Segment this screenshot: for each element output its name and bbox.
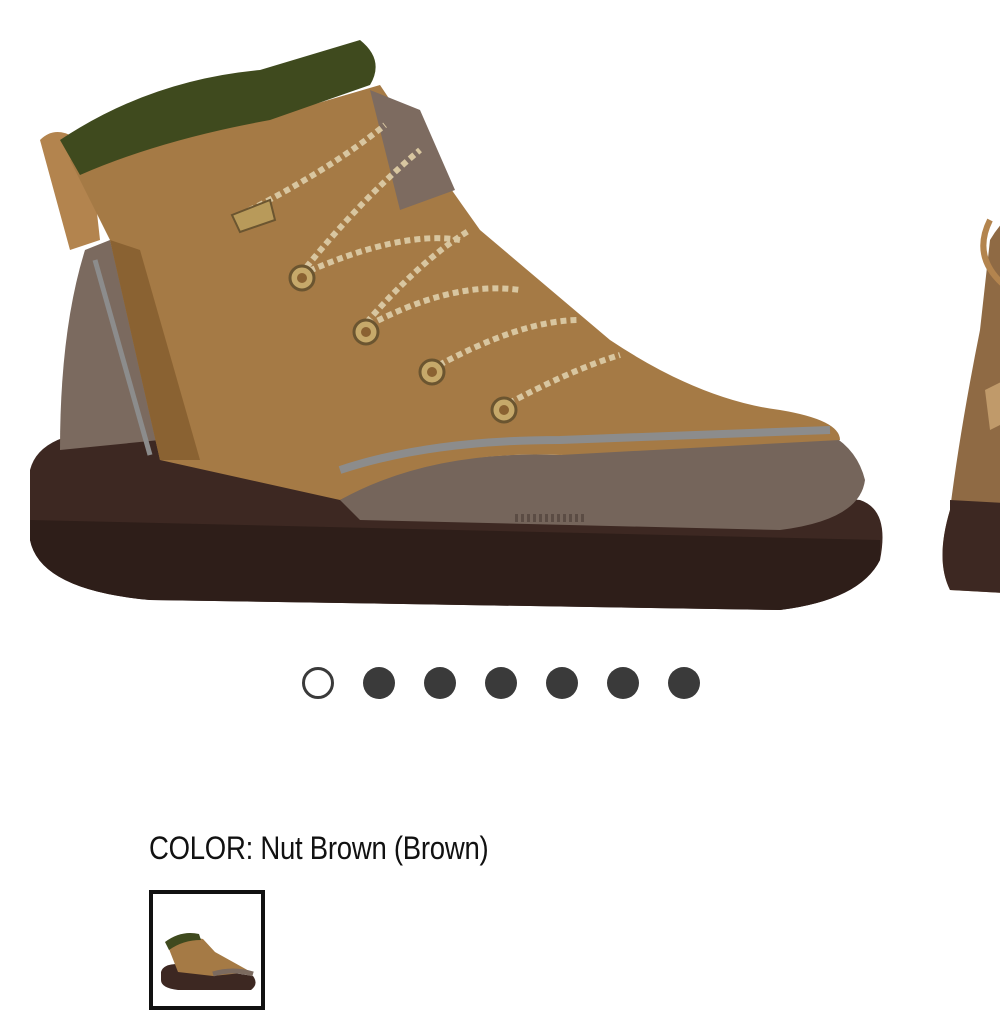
next-product-image-peek[interactable] <box>930 180 1000 620</box>
product-image-boot[interactable] <box>0 0 900 640</box>
carousel-dot-7[interactable] <box>668 667 700 699</box>
carousel-dot-5[interactable] <box>546 667 578 699</box>
product-image-carousel[interactable] <box>0 0 1000 640</box>
carousel-dot-6[interactable] <box>607 667 639 699</box>
color-swatch-nut-brown[interactable] <box>149 890 265 1010</box>
carousel-dot-2[interactable] <box>363 667 395 699</box>
carousel-dot-4[interactable] <box>485 667 517 699</box>
swatch-thumbnail-image <box>161 933 256 990</box>
carousel-dot-1[interactable] <box>302 667 334 699</box>
selected-color-label: COLOR: Nut Brown (Brown) <box>149 830 489 866</box>
carousel-dot-3[interactable] <box>424 667 456 699</box>
carousel-pagination <box>0 667 1000 699</box>
